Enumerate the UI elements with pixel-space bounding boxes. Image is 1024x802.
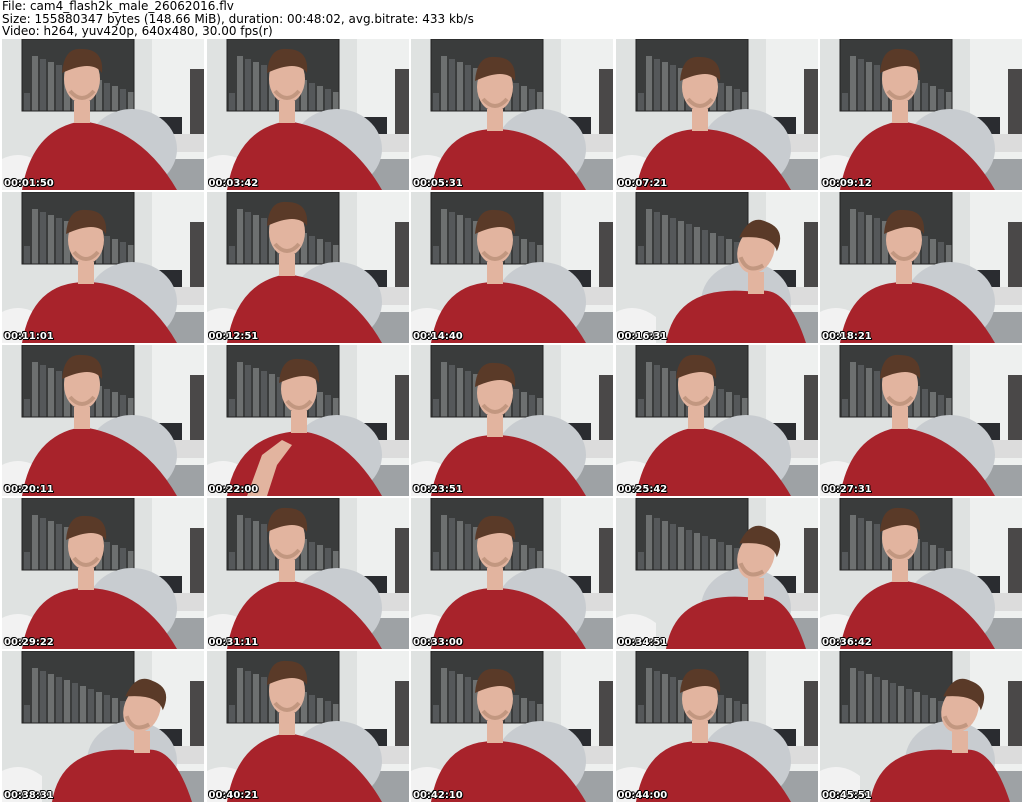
- frame-scene: [2, 345, 204, 496]
- thumbnail-timestamp: 00:16:31: [617, 331, 668, 342]
- thumbnail-timestamp: 00:27:31: [822, 484, 872, 495]
- video-thumbnail: 00:03:42: [206, 39, 409, 190]
- frame-scene: [615, 498, 818, 649]
- frame-scene: [615, 39, 818, 190]
- thumbnail-timestamp: 00:33:00: [413, 637, 463, 648]
- frame-scene: [820, 498, 1022, 649]
- video-thumbnail: 00:34:51: [615, 498, 818, 649]
- thumbnail-timestamp: 00:31:11: [208, 637, 259, 648]
- video-thumbnail: 00:27:31: [820, 345, 1022, 496]
- video-thumbnail: 00:22:00: [206, 345, 409, 496]
- thumbnail-timestamp: 00:12:51: [208, 331, 259, 342]
- frame-scene: [820, 192, 1022, 343]
- thumbnail-timestamp: 00:29:22: [4, 637, 54, 648]
- frame-scene: [206, 651, 409, 802]
- thumbnail-timestamp: 00:44:00: [617, 790, 668, 801]
- video-thumbnail: 00:44:00: [615, 651, 818, 802]
- video-thumbnail: 00:38:31: [2, 651, 204, 802]
- video-thumbnail: 00:12:51: [206, 192, 409, 343]
- frame-scene: [411, 498, 613, 649]
- video-thumbnail: 00:16:31: [615, 192, 818, 343]
- frame-scene: [411, 345, 613, 496]
- video-thumbnail: 00:07:21: [615, 39, 818, 190]
- frame-scene: [615, 192, 818, 343]
- video-thumbnail: 00:09:12: [820, 39, 1022, 190]
- thumbnail-timestamp: 00:45:51: [822, 790, 872, 801]
- video-thumbnail: 00:25:42: [615, 345, 818, 496]
- video-thumbnail: 00:42:10: [411, 651, 613, 802]
- thumbnail-timestamp: 00:11:01: [4, 331, 54, 342]
- thumbnail-grid: 00:01:50 00:03:42 00:05:31 00:07:21 00:09:12…: [2, 39, 1022, 802]
- thumbnail-timestamp: 00:40:21: [208, 790, 259, 801]
- frame-scene: [411, 651, 613, 802]
- frame-scene: [2, 192, 204, 343]
- frame-scene: [411, 192, 613, 343]
- frame-scene: [2, 498, 204, 649]
- video-thumbnail: 00:45:51: [820, 651, 1022, 802]
- video-thumbnail: 00:11:01: [2, 192, 204, 343]
- frame-scene: [206, 39, 409, 190]
- frame-scene: [820, 39, 1022, 190]
- thumbnail-timestamp: 00:07:21: [617, 178, 668, 189]
- frame-scene: [2, 651, 204, 802]
- video-thumbnail: 00:01:50: [2, 39, 204, 190]
- video-thumbnail: 00:14:40: [411, 192, 613, 343]
- frame-scene: [615, 345, 818, 496]
- frame-scene: [820, 651, 1022, 802]
- city-poster: [21, 651, 135, 724]
- city-poster: [635, 192, 748, 265]
- video-thumbnail: 00:36:42: [820, 498, 1022, 649]
- thumbnail-timestamp: 00:36:42: [822, 637, 872, 648]
- video-thumbnail: 00:29:22: [2, 498, 204, 649]
- video-thumbnail: 00:20:11: [2, 345, 204, 496]
- video-thumbnail: 00:05:31: [411, 39, 613, 190]
- file-info-header: File: cam4_flash2k_male_26062016.flv Siz…: [0, 0, 1024, 39]
- file-name-line: File: cam4_flash2k_male_26062016.flv: [2, 0, 234, 13]
- thumbnail-timestamp: 00:38:31: [4, 790, 54, 801]
- video-info-line: Video: h264, yuv420p, 640x480, 30.00 fps…: [2, 24, 273, 38]
- thumbnail-timestamp: 00:14:40: [413, 331, 463, 342]
- thumbnail-timestamp: 00:01:50: [4, 178, 54, 189]
- frame-scene: [206, 192, 409, 343]
- city-poster: [839, 651, 953, 724]
- thumbnail-timestamp: 00:23:51: [413, 484, 463, 495]
- video-thumbnail: 00:23:51: [411, 345, 613, 496]
- thumbnail-timestamp: 00:05:31: [413, 178, 463, 189]
- thumbnail-timestamp: 00:42:10: [413, 790, 463, 801]
- frame-scene: [615, 651, 818, 802]
- video-thumbnail: 00:40:21: [206, 651, 409, 802]
- thumbnail-timestamp: 00:20:11: [4, 484, 54, 495]
- thumbnail-timestamp: 00:18:21: [822, 331, 872, 342]
- video-thumbnail: 00:18:21: [820, 192, 1022, 343]
- video-thumbnail: 00:31:11: [206, 498, 409, 649]
- video-thumbnail: 00:33:00: [411, 498, 613, 649]
- thumbnail-timestamp: 00:34:51: [617, 637, 668, 648]
- frame-scene: [2, 39, 204, 190]
- frame-scene: [820, 345, 1022, 496]
- thumbnail-timestamp: 00:22:00: [208, 484, 259, 495]
- frame-scene: [206, 345, 409, 496]
- frame-scene: [411, 39, 613, 190]
- city-poster: [635, 498, 748, 571]
- thumbnail-timestamp: 00:03:42: [208, 178, 259, 189]
- thumbnail-timestamp: 00:25:42: [617, 484, 668, 495]
- thumbnail-timestamp: 00:09:12: [822, 178, 872, 189]
- frame-scene: [206, 498, 409, 649]
